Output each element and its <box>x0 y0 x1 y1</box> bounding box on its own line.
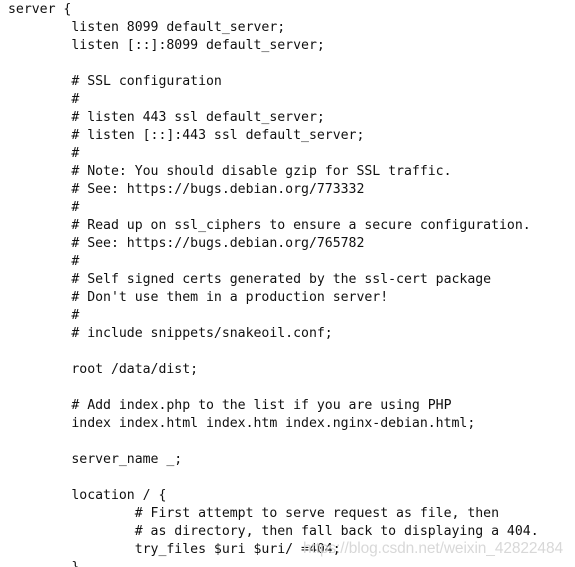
code-line: listen [::]:8099 default_server; <box>8 38 325 53</box>
code-line: # <box>8 308 80 323</box>
code-line: # Self signed certs generated by the ssl… <box>8 272 492 287</box>
code-line: # See: https://bugs.debian.org/773332 <box>8 182 365 197</box>
code-line: # Don't use them in a production server! <box>8 290 389 305</box>
code-line: listen 8099 default_server; <box>8 20 286 35</box>
code-line: # First attempt to serve request as file… <box>8 506 500 521</box>
code-line: # as directory, then fall back to displa… <box>8 524 539 539</box>
code-line: root /data/dist; <box>8 362 199 377</box>
code-line: # SSL configuration <box>8 74 222 89</box>
code-line: # <box>8 92 80 107</box>
code-line: server_name _; <box>8 452 183 467</box>
code-line: # <box>8 254 80 269</box>
code-line: server { <box>8 2 72 17</box>
code-line: } <box>8 559 539 567</box>
code-line: # Note: You should disable gzip for SSL … <box>8 164 452 179</box>
code-line: # See: https://bugs.debian.org/765782 <box>8 236 365 251</box>
code-line: # include snippets/snakeoil.conf; <box>8 326 333 341</box>
code-line: # listen [::]:443 ssl default_server; <box>8 128 365 143</box>
code-line: # Read up on ssl_ciphers to ensure a sec… <box>8 218 531 233</box>
code-line: try_files $uri $uri/ =404; <box>8 542 341 557</box>
code-line: # listen 443 ssl default_server; <box>8 110 325 125</box>
code-viewer[interactable]: server { listen 8099 default_server; lis… <box>0 0 575 567</box>
code-line: # <box>8 200 80 215</box>
code-line: location / { <box>8 488 167 503</box>
nginx-config-text[interactable]: server { listen 8099 default_server; lis… <box>8 1 539 567</box>
code-line: # Add index.php to the list if you are u… <box>8 398 452 413</box>
code-line: index index.html index.htm index.nginx-d… <box>8 416 476 431</box>
code-line: # <box>8 146 80 161</box>
